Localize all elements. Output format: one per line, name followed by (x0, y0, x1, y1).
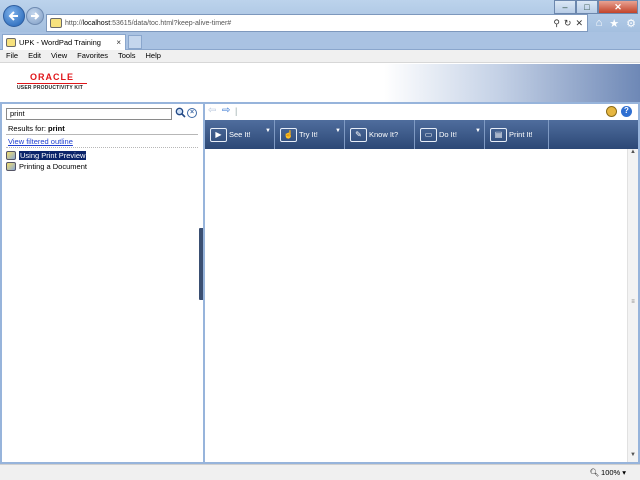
window-icon: ▭ (420, 127, 437, 142)
scroll-grip-icon[interactable]: ≡ (629, 299, 637, 307)
menu-help[interactable]: Help (141, 50, 166, 62)
mode-label: Know It? (369, 130, 399, 139)
topic-label: Printing a Document (19, 161, 87, 171)
stop-icon[interactable]: ✕ (575, 18, 583, 29)
view-filtered-outline-link[interactable]: View filtered outline (8, 137, 73, 146)
window-controls: – □ ✕ (554, 0, 638, 14)
back-arrow-icon (8, 11, 18, 21)
forward-button[interactable] (26, 7, 44, 25)
content-pane: ⇦ ⇨ | ? ▶ See It! ▼ ☝ Try It! ▼ ✎ Know I… (203, 102, 640, 464)
address-bar[interactable]: http://localhost:53615/data/toc.html?kee… (46, 14, 588, 32)
product-name: USER PRODUCTIVITY KIT (17, 85, 84, 91)
chevron-down-icon[interactable]: ▼ (475, 128, 481, 134)
results-label: Results for: (8, 124, 46, 133)
scroll-down-icon[interactable]: ▼ (628, 452, 638, 462)
play-icon: ▶ (210, 127, 227, 142)
clear-search-icon[interactable]: × (187, 108, 197, 118)
nav-separator: | (235, 106, 238, 116)
menu-tools[interactable]: Tools (113, 50, 141, 62)
topic-using-print-preview[interactable]: Using Print Preview (6, 150, 87, 160)
forward-arrow-icon (31, 12, 40, 20)
close-window-button[interactable]: ✕ (598, 0, 638, 14)
home-icon[interactable]: ⌂ (596, 17, 603, 30)
refresh-icon[interactable]: ↻ (564, 18, 572, 29)
previous-topic-arrow-icon[interactable]: ⇦ (208, 106, 216, 116)
oracle-upk-logo: ORACLE USER PRODUCTIVITY KIT (17, 72, 87, 91)
browser-titlebar: http://localhost:53615/data/toc.html?kee… (0, 0, 640, 32)
topic-icon (6, 150, 16, 160)
next-topic-arrow-icon[interactable]: ⇨ (222, 106, 230, 116)
page-favicon-icon (50, 18, 62, 28)
document-print-icon: ▤ (490, 127, 507, 142)
print-it-button[interactable]: ▤ Print It! (485, 120, 549, 149)
know-it-button[interactable]: ✎ Know It? (345, 120, 415, 149)
search-icon[interactable] (175, 107, 186, 118)
status-bar: 🔍︎ 100% ▾ (0, 464, 640, 480)
zoom-level: 100% (601, 468, 621, 477)
mode-label: Print It! (509, 130, 533, 139)
topic-icon (6, 161, 16, 171)
tab-label: UPK - WordPad Training (19, 38, 101, 47)
divider (6, 147, 198, 148)
back-button[interactable] (3, 5, 25, 27)
vertical-scrollbar[interactable]: ▲ ≡ ▼ (627, 149, 638, 462)
menu-file[interactable]: File (0, 50, 23, 62)
content-nav-bar: ⇦ ⇨ | ? (205, 104, 638, 119)
menu-bar: File Edit View Favorites Tools Help (0, 50, 640, 63)
preferences-gear-icon[interactable] (606, 106, 617, 117)
address-url: http://localhost:53615/data/toc.html?kee… (65, 19, 232, 27)
outline-pane: print × Results for: print View filtered… (0, 102, 203, 464)
topic-label: Using Print Preview (19, 150, 87, 160)
search-input[interactable]: print (6, 108, 172, 120)
play-mode-toolbar: ▶ See It! ▼ ☝ Try It! ▼ ✎ Know It? ▭ Do … (205, 120, 638, 149)
browser-tools: ⌂ ★ ⚙ (596, 17, 636, 30)
divider (6, 134, 198, 135)
new-tab-button[interactable] (128, 35, 142, 49)
results-term: print (48, 124, 65, 133)
favorites-star-icon[interactable]: ★ (609, 17, 619, 30)
logo-rule (17, 83, 87, 84)
checklist-pencil-icon: ✎ (350, 127, 367, 142)
page-header: ORACLE USER PRODUCTIVITY KIT (0, 64, 640, 102)
menu-favorites[interactable]: Favorites (72, 50, 113, 62)
menu-view[interactable]: View (46, 50, 72, 62)
settings-gear-icon[interactable]: ⚙ (626, 17, 636, 30)
tab-upk-wordpad[interactable]: UPK - WordPad Training × (2, 34, 126, 50)
address-search-icon[interactable]: ⚲ (553, 18, 560, 29)
chevron-down-icon[interactable]: ▼ (335, 128, 341, 134)
mode-label: Try It! (299, 130, 318, 139)
topic-printing-a-document[interactable]: Printing a Document (6, 161, 87, 171)
hand-pointer-icon: ☝ (280, 127, 297, 142)
zoom-magnifier-icon: 🔍︎ (589, 468, 600, 477)
mode-label: Do It! (439, 130, 457, 139)
zoom-control[interactable]: 🔍︎ 100% ▾ (590, 468, 626, 477)
see-it-button[interactable]: ▶ See It! ▼ (205, 120, 275, 149)
topic-content-area (205, 149, 627, 462)
results-heading: Results for: print (8, 124, 65, 133)
menu-edit[interactable]: Edit (23, 50, 46, 62)
chevron-down-icon[interactable]: ▼ (265, 128, 271, 134)
brand-name: ORACLE (30, 72, 74, 82)
minimize-button[interactable]: – (554, 0, 576, 14)
try-it-button[interactable]: ☝ Try It! ▼ (275, 120, 345, 149)
maximize-button[interactable]: □ (576, 0, 598, 14)
help-icon[interactable]: ? (621, 106, 632, 117)
tab-favicon-icon (6, 38, 16, 47)
do-it-button[interactable]: ▭ Do It! ▼ (415, 120, 485, 149)
tab-close-icon[interactable]: × (116, 38, 121, 47)
scroll-up-icon[interactable]: ▲ (628, 149, 638, 159)
mode-label: See It! (229, 130, 251, 139)
tab-strip: UPK - WordPad Training × (0, 32, 640, 50)
chevron-down-icon[interactable]: ▾ (622, 468, 626, 477)
